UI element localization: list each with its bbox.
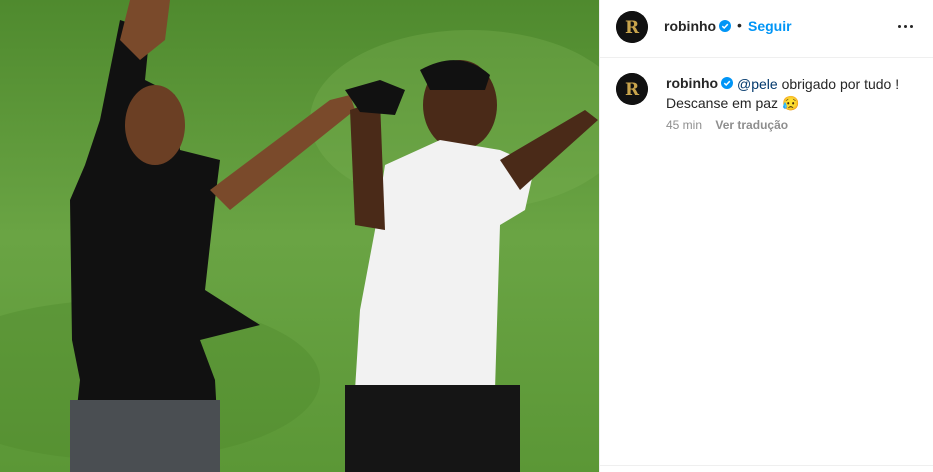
comment-author-username[interactable]: robinho: [666, 75, 718, 91]
author-logo-icon: R: [616, 11, 648, 43]
comment-timestamp[interactable]: 45 min: [666, 118, 702, 132]
sad-emoji-icon: 😥: [781, 95, 800, 111]
comment-author-avatar[interactable]: R: [616, 73, 648, 105]
post-header: R robinho • Seguir: [600, 0, 933, 58]
author-avatar[interactable]: R: [616, 11, 648, 43]
verified-badge-icon: [721, 77, 733, 89]
post-image[interactable]: [0, 0, 599, 472]
mention-link[interactable]: @pele: [737, 76, 778, 92]
verified-badge-icon: [719, 20, 731, 32]
svg-text:R: R: [625, 80, 640, 100]
follow-button[interactable]: Seguir: [748, 18, 792, 34]
svg-text:R: R: [625, 18, 640, 38]
more-options-icon[interactable]: [896, 19, 916, 35]
translate-button[interactable]: Ver tradução: [715, 118, 788, 132]
post-photo: [0, 0, 599, 472]
divider: [600, 465, 933, 466]
post-sidebar: R robinho • Seguir R @pele obrigado por …: [599, 0, 933, 472]
comment-meta: 45 min Ver tradução: [666, 118, 788, 132]
author-logo-icon: R: [616, 73, 648, 105]
separator-dot: •: [737, 17, 742, 33]
author-username[interactable]: robinho: [664, 18, 716, 34]
